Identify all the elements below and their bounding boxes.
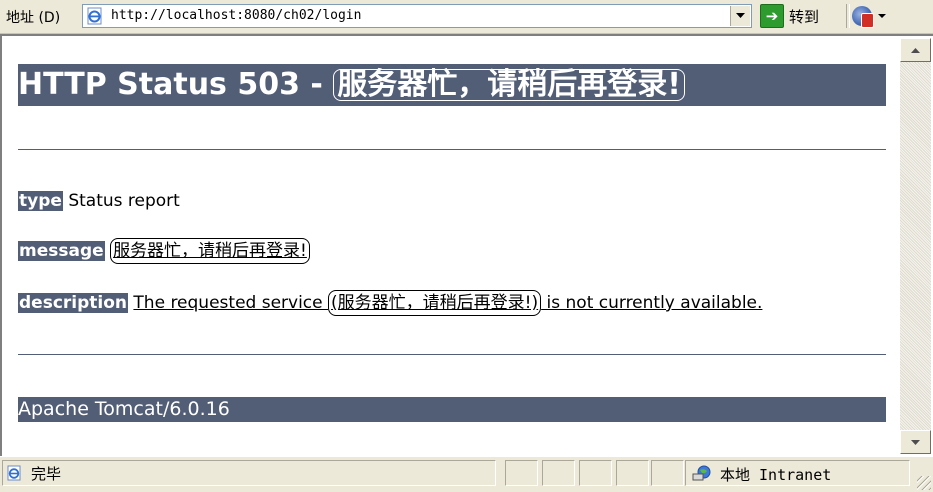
browser-window: 地址 (D) http://localhost:8080/ch02/login … (0, 0, 933, 492)
zone-text: 本地 Intranet (720, 466, 832, 484)
go-button[interactable]: ➔ 转到 (760, 3, 819, 29)
extension-button[interactable] (852, 4, 902, 28)
address-dropdown-button[interactable] (730, 6, 750, 26)
chevron-down-icon (736, 13, 745, 18)
status-text: 完毕 (31, 465, 62, 483)
status-main-pane: 完毕 (2, 460, 496, 486)
page-viewport: HTTP Status 503 - 服务器忙，请稍后再登录! type Stat… (0, 34, 933, 456)
divider (18, 149, 886, 150)
status-pane (616, 460, 649, 486)
address-field[interactable]: http://localhost:8080/ch02/login (82, 4, 752, 28)
title-status: HTTP Status 503 - (18, 67, 334, 102)
scroll-up-button[interactable] (900, 38, 931, 62)
description-label: description (18, 293, 129, 313)
status-bar: 完毕 本地 Intranet (0, 456, 933, 492)
arrow-up-icon (911, 47, 920, 53)
page-title: HTTP Status 503 - 服务器忙，请稍后再登录! (18, 64, 886, 106)
intranet-globe-icon (692, 465, 711, 481)
status-pane (579, 460, 612, 486)
status-pane (651, 460, 684, 486)
type-label: type (18, 191, 63, 211)
vertical-scrollbar[interactable] (900, 38, 931, 454)
type-row: type Status report (18, 191, 180, 211)
go-label: 转到 (789, 7, 820, 26)
address-url[interactable]: http://localhost:8080/ch02/login (111, 8, 361, 23)
title-message: 服务器忙，请稍后再登录! (333, 69, 685, 101)
type-value: Status report (68, 191, 180, 211)
message-row: message 服务器忙，请稍后再登录! (18, 238, 310, 264)
status-pane (505, 460, 538, 486)
server-footer: Apache Tomcat/6.0.16 (18, 397, 886, 422)
message-value: 服务器忙，请稍后再登录! (110, 238, 310, 264)
security-zone[interactable]: 本地 Intranet (685, 460, 910, 486)
ie-page-icon (7, 465, 21, 481)
message-label: message (18, 241, 105, 261)
status-pane (542, 460, 575, 486)
chevron-down-icon (878, 13, 886, 18)
divider (18, 354, 886, 355)
ie-page-icon (87, 7, 102, 25)
arrow-down-icon (911, 439, 920, 445)
scroll-down-button[interactable] (900, 430, 931, 454)
green-arrow-icon: ➔ (760, 4, 784, 28)
address-toolbar: 地址 (D) http://localhost:8080/ch02/login … (0, 0, 933, 34)
error-page: HTTP Status 503 - 服务器忙，请稍后再登录! type Stat… (18, 36, 886, 456)
description-row: description The requested service (服务器忙，… (18, 290, 762, 316)
description-service: (服务器忙，请稍后再登录!) (328, 290, 542, 316)
resize-grip[interactable] (917, 476, 931, 490)
address-label: 地址 (D) (6, 10, 61, 26)
description-prefix: The requested service (133, 293, 329, 313)
description-suffix: is not currently available. (541, 293, 763, 313)
toolbar-separator (846, 4, 850, 28)
globe-pdf-icon (852, 6, 874, 28)
